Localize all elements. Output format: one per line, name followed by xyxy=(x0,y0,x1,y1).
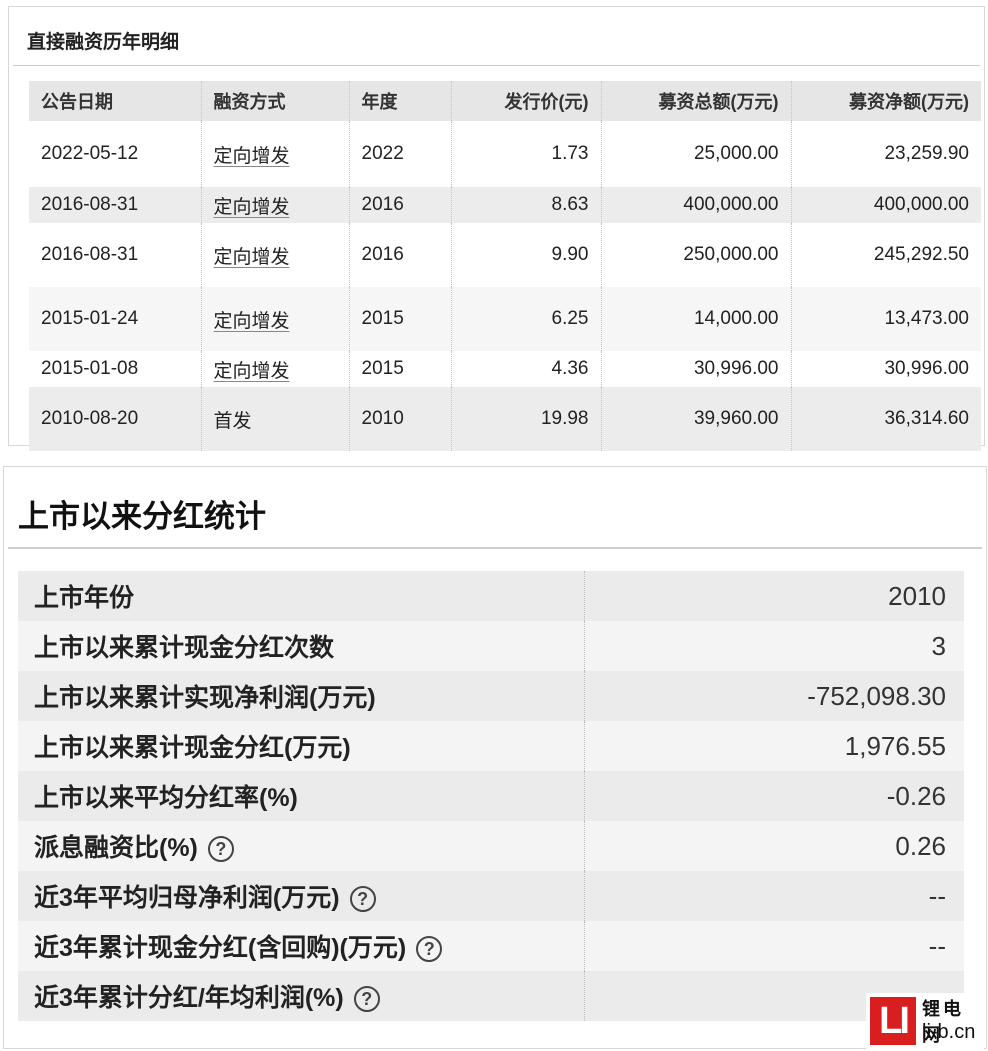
cell-net: 36,314.60 xyxy=(790,387,981,451)
stat-label: 近3年累计现金分红(含回购)(万元) xyxy=(34,934,407,962)
col-header-year[interactable]: 年度 xyxy=(348,81,451,121)
table-row: 2010-08-20 首发 2010 19.98 39,960.00 36,31… xyxy=(29,387,981,451)
cell-total: 39,960.00 xyxy=(600,387,791,451)
cell-total: 25,000.00 xyxy=(600,121,791,187)
cell-total: 400,000.00 xyxy=(600,187,791,223)
stat-label: 上市年份 xyxy=(18,571,585,621)
cell-year: 2015 xyxy=(348,351,451,387)
col-header-date[interactable]: 公告日期 xyxy=(29,81,201,121)
col-header-price[interactable]: 发行价(元) xyxy=(450,81,601,121)
stat-value: -752,098.30 xyxy=(584,671,964,721)
financing-table: 公告日期 融资方式 年度 发行价(元) 募资总额(万元) 募资净额(万元) 20… xyxy=(29,81,981,451)
dividend-table: 上市年份 2010 上市以来累计现金分红次数 3 上市以来累计实现净利润(万元)… xyxy=(18,571,964,1021)
stat-label: 上市以来累计现金分红(万元) xyxy=(18,721,585,771)
table-row: 派息融资比(%)? 0.26 xyxy=(18,821,964,871)
table-row: 上市以来平均分红率(%) -0.26 xyxy=(18,771,964,821)
table-row: 上市年份 2010 xyxy=(18,571,964,621)
help-icon[interactable]: ? xyxy=(349,886,376,913)
stat-label-cell: 近3年累计现金分红(含回购)(万元)? xyxy=(18,921,585,971)
cell-price: 1.73 xyxy=(450,121,601,187)
financing-method-link[interactable]: 定向增发 xyxy=(214,146,290,167)
stat-value: 1,976.55 xyxy=(584,721,964,771)
cell-year: 2015 xyxy=(348,287,451,351)
table-row: 近3年累计现金分红(含回购)(万元)? -- xyxy=(18,921,964,971)
cell-price: 4.36 xyxy=(450,351,601,387)
cell-net: 23,259.90 xyxy=(790,121,981,187)
cell-total: 14,000.00 xyxy=(600,287,791,351)
financing-method-link[interactable]: 定向增发 xyxy=(214,247,290,268)
cell-year: 2016 xyxy=(348,187,451,223)
table-row: 上市以来累计现金分红(万元) 1,976.55 xyxy=(18,721,964,771)
stat-label: 近3年累计分红/年均利润(%) xyxy=(34,984,344,1012)
financing-method-link[interactable]: 定向增发 xyxy=(214,197,290,218)
table-row: 2015-01-08 定向增发 2015 4.36 30,996.00 30,9… xyxy=(29,351,981,387)
stat-label: 上市以来累计实现净利润(万元) xyxy=(18,671,585,721)
cell-date: 2016-08-31 xyxy=(29,187,201,223)
cell-date: 2016-08-31 xyxy=(41,244,139,265)
cell-date: 2015-01-08 xyxy=(41,358,139,379)
cell-net: 30,996.00 xyxy=(790,351,981,387)
financing-method-link[interactable]: 定向增发 xyxy=(214,311,290,332)
cell-year: 2010 xyxy=(348,387,451,451)
cell-price: 19.98 xyxy=(450,387,601,451)
help-icon[interactable]: ? xyxy=(353,986,380,1013)
cell-total: 30,996.00 xyxy=(600,351,791,387)
watermark-site-url: li-b.cn xyxy=(922,1021,976,1043)
cell-net: 13,473.00 xyxy=(790,287,981,351)
table-row: 近3年平均归母净利润(万元)? -- xyxy=(18,871,964,921)
col-header-net[interactable]: 募资净额(万元) xyxy=(790,81,981,121)
cell-date: 2022-05-12 xyxy=(41,143,139,164)
stat-label-cell: 近3年平均归母净利润(万元)? xyxy=(18,871,585,921)
table-row: 近3年累计分红/年均利润(%)? xyxy=(18,971,964,1021)
stat-label: 上市以来累计现金分红次数 xyxy=(18,621,585,671)
stat-label: 派息融资比(%) xyxy=(34,834,198,862)
table-row: 2015-01-24 定向增发 2015 6.25 14,000.00 13,4… xyxy=(29,287,981,351)
table-row: 上市以来累计现金分红次数 3 xyxy=(18,621,964,671)
stat-label-cell: 派息融资比(%)? xyxy=(18,821,585,871)
stat-label-cell: 近3年累计分红/年均利润(%)? xyxy=(18,971,585,1021)
dividend-title-divider xyxy=(8,547,982,549)
cell-price: 6.25 xyxy=(450,287,601,351)
table-row: 2016-08-31 定向增发 2016 8.63 400,000.00 400… xyxy=(29,187,981,223)
table-row: 上市以来累计实现净利润(万元) -752,098.30 xyxy=(18,671,964,721)
cell-method: 首发 xyxy=(200,387,349,451)
cell-year: 2016 xyxy=(348,223,451,287)
cell-year: 2022 xyxy=(348,121,451,187)
financing-header-row: 公告日期 融资方式 年度 发行价(元) 募资总额(万元) 募资净额(万元) xyxy=(29,81,981,121)
help-icon[interactable]: ? xyxy=(207,836,234,863)
watermark: LI 锂电网 li-b.cn xyxy=(866,993,984,1049)
cell-date: 2010-08-20 xyxy=(29,387,201,451)
financing-panel: 直接融资历年明细 公告日期 融资方式 年度 发行价(元) 募资总额(万元) 募资… xyxy=(8,6,985,451)
stat-value: -- xyxy=(584,871,964,921)
cell-price: 9.90 xyxy=(450,223,601,287)
cell-net: 400,000.00 xyxy=(790,187,981,223)
stat-value: 3 xyxy=(584,621,964,671)
help-icon[interactable]: ? xyxy=(416,936,443,963)
stat-value: 0.26 xyxy=(584,821,964,871)
dividend-title: 上市以来分红统计 xyxy=(18,499,266,534)
stat-value: -- xyxy=(584,921,964,971)
table-row: 2016-08-31 定向增发 2016 9.90 250,000.00 245… xyxy=(29,223,981,287)
table-row: 2022-05-12 定向增发 2022 1.73 25,000.00 23,2… xyxy=(29,121,981,187)
financing-title: 直接融资历年明细 xyxy=(27,32,180,53)
financing-title-divider xyxy=(13,65,980,66)
cell-total: 250,000.00 xyxy=(600,223,791,287)
dividend-panel: 上市以来分红统计 上市年份 2010 上市以来累计现金分红次数 3 上市以来累计… xyxy=(3,466,987,1049)
stat-value: 2010 xyxy=(584,571,964,621)
col-header-total[interactable]: 募资总额(万元) xyxy=(600,81,791,121)
stat-label: 近3年平均归母净利润(万元) xyxy=(34,884,340,912)
watermark-logo: LI xyxy=(870,997,916,1045)
stat-value: -0.26 xyxy=(584,771,964,821)
cell-price: 8.63 xyxy=(450,187,601,223)
financing-method-link[interactable]: 定向增发 xyxy=(214,361,290,382)
cell-net: 245,292.50 xyxy=(790,223,981,287)
col-header-method[interactable]: 融资方式 xyxy=(200,81,349,121)
cell-date: 2015-01-24 xyxy=(29,287,201,351)
stat-label: 上市以来平均分红率(%) xyxy=(18,771,585,821)
